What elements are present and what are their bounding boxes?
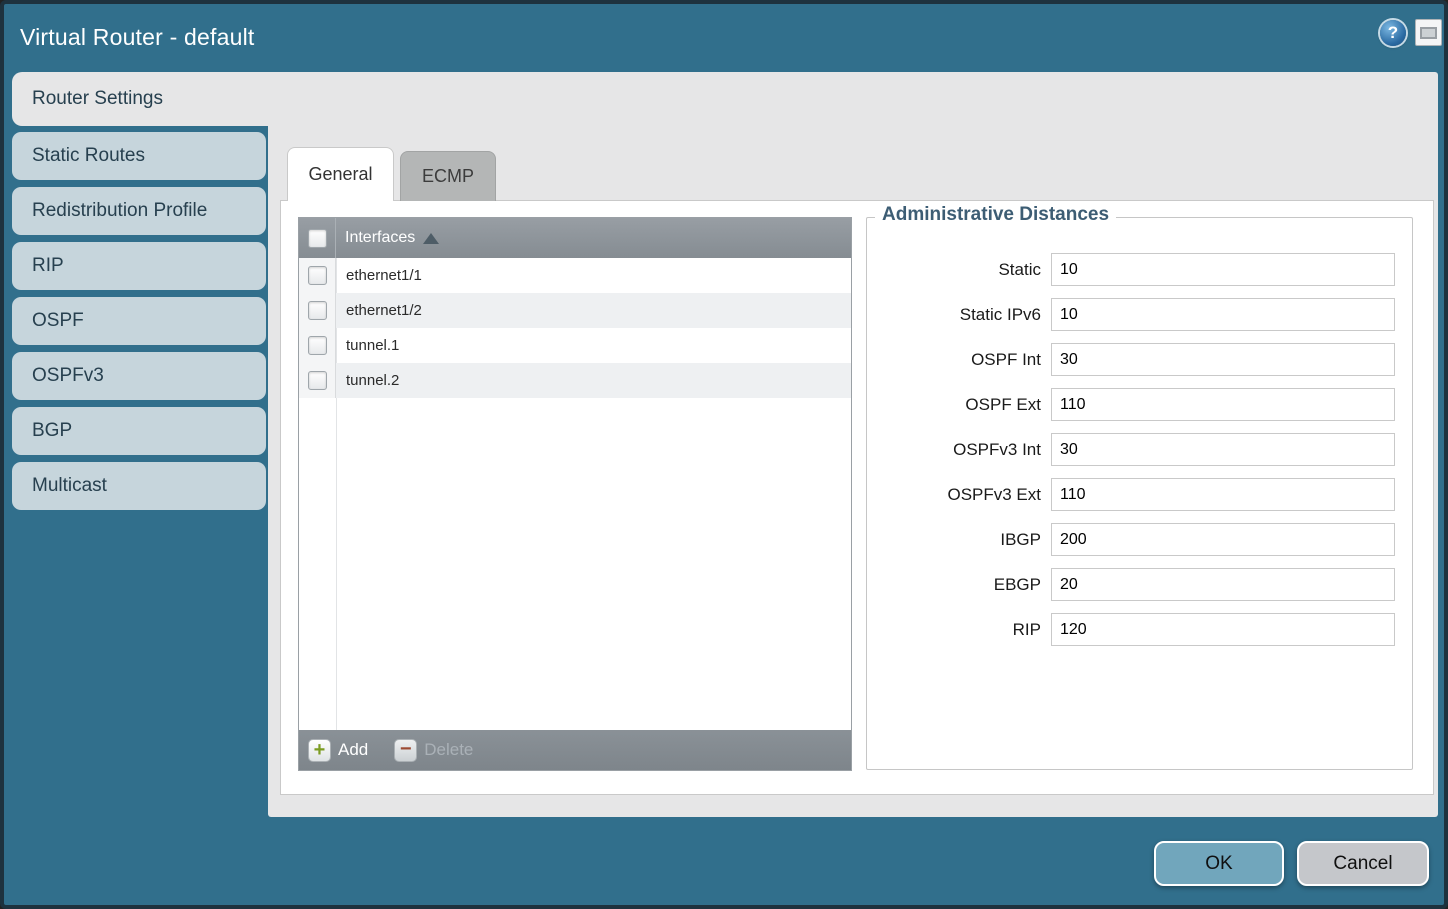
sort-ascending-icon[interactable] xyxy=(423,233,439,244)
field-row: RIP xyxy=(867,613,1412,646)
add-icon: + xyxy=(308,739,331,762)
interfaces-column-header[interactable]: Interfaces xyxy=(336,229,415,247)
field-row: Static IPv6 xyxy=(867,298,1412,331)
row-checkbox[interactable] xyxy=(308,266,327,285)
ibgp-input[interactable] xyxy=(1051,523,1395,556)
interfaces-table-body: ethernet1/1 ethernet1/2 tunnel.1 tunnel.… xyxy=(299,258,851,730)
ospf-ext-input[interactable] xyxy=(1051,388,1395,421)
general-tab-panel: Interfaces ethernet1/1 ethernet1/2 tunne… xyxy=(280,200,1434,795)
administrative-distances-title: Administrative Distances xyxy=(875,204,1116,226)
ospfv3-int-label: OSPFv3 Int xyxy=(867,433,1051,466)
interface-name: ethernet1/2 xyxy=(336,302,422,319)
field-row: Static xyxy=(867,253,1412,286)
ebgp-label: EBGP xyxy=(867,568,1051,601)
sidebar-item-multicast[interactable]: Multicast xyxy=(12,462,266,510)
ospf-int-input[interactable] xyxy=(1051,343,1395,376)
field-row: OSPFv3 Int xyxy=(867,433,1412,466)
tab-general[interactable]: General xyxy=(287,147,394,201)
ospfv3-ext-input[interactable] xyxy=(1051,478,1395,511)
table-row[interactable]: ethernet1/1 xyxy=(299,258,851,293)
static-input[interactable] xyxy=(1051,253,1395,286)
row-checkbox[interactable] xyxy=(308,301,327,320)
table-row[interactable]: ethernet1/2 xyxy=(299,293,851,328)
interface-name: tunnel.2 xyxy=(336,372,399,389)
field-row: IBGP xyxy=(867,523,1412,556)
field-row: OSPF Int xyxy=(867,343,1412,376)
select-all-checkbox[interactable] xyxy=(308,229,327,248)
table-row[interactable]: tunnel.1 xyxy=(299,328,851,363)
ok-button[interactable]: OK xyxy=(1154,841,1284,886)
ospf-ext-label: OSPF Ext xyxy=(867,388,1051,421)
virtual-router-dialog: Virtual Router - default ? Router Settin… xyxy=(0,0,1448,909)
table-row[interactable]: tunnel.2 xyxy=(299,363,851,398)
interfaces-table: Interfaces ethernet1/1 ethernet1/2 tunne… xyxy=(298,217,852,771)
sidebar-item-ospf[interactable]: OSPF xyxy=(12,297,266,345)
row-checkbox[interactable] xyxy=(308,371,327,390)
sidebar-item-rip[interactable]: RIP xyxy=(12,242,266,290)
row-checkbox[interactable] xyxy=(308,336,327,355)
ospfv3-int-input[interactable] xyxy=(1051,433,1395,466)
cancel-button[interactable]: Cancel xyxy=(1297,841,1429,886)
add-button[interactable]: + Add xyxy=(308,739,368,762)
sidebar-item-static-routes[interactable]: Static Routes xyxy=(12,132,266,180)
administrative-distances-group: Administrative Distances Static Static I… xyxy=(866,217,1413,770)
help-icon[interactable]: ? xyxy=(1380,20,1406,46)
static-ipv6-label: Static IPv6 xyxy=(867,298,1051,331)
field-row: OSPFv3 Ext xyxy=(867,478,1412,511)
static-ipv6-input[interactable] xyxy=(1051,298,1395,331)
sidebar-item-redistribution-profile[interactable]: Redistribution Profile xyxy=(12,187,266,235)
field-row: EBGP xyxy=(867,568,1412,601)
delete-button-label: Delete xyxy=(424,740,473,760)
ospfv3-ext-label: OSPFv3 Ext xyxy=(867,478,1051,511)
maximize-icon[interactable] xyxy=(1415,19,1442,46)
interface-name: ethernet1/1 xyxy=(336,267,422,284)
sidebar-item-router-settings[interactable]: Router Settings xyxy=(12,72,272,126)
ospf-int-label: OSPF Int xyxy=(867,343,1051,376)
interfaces-table-header: Interfaces xyxy=(299,218,851,258)
dialog-title: Virtual Router - default xyxy=(20,4,255,70)
rip-input[interactable] xyxy=(1051,613,1395,646)
ibgp-label: IBGP xyxy=(867,523,1051,556)
delete-button[interactable]: − Delete xyxy=(394,739,473,762)
static-label: Static xyxy=(867,253,1051,286)
delete-icon: − xyxy=(394,739,417,762)
tab-ecmp[interactable]: ECMP xyxy=(400,151,496,201)
interface-name: tunnel.1 xyxy=(336,337,399,354)
add-button-label: Add xyxy=(338,740,368,760)
title-bar: Virtual Router - default ? xyxy=(4,4,1444,72)
sidebar-item-ospfv3[interactable]: OSPFv3 xyxy=(12,352,266,400)
interfaces-table-toolbar: + Add − Delete xyxy=(299,730,851,770)
sidebar-item-bgp[interactable]: BGP xyxy=(12,407,266,455)
maximize-icon-inner xyxy=(1420,27,1437,39)
field-row: OSPF Ext xyxy=(867,388,1412,421)
rip-label: RIP xyxy=(867,613,1051,646)
ebgp-input[interactable] xyxy=(1051,568,1395,601)
